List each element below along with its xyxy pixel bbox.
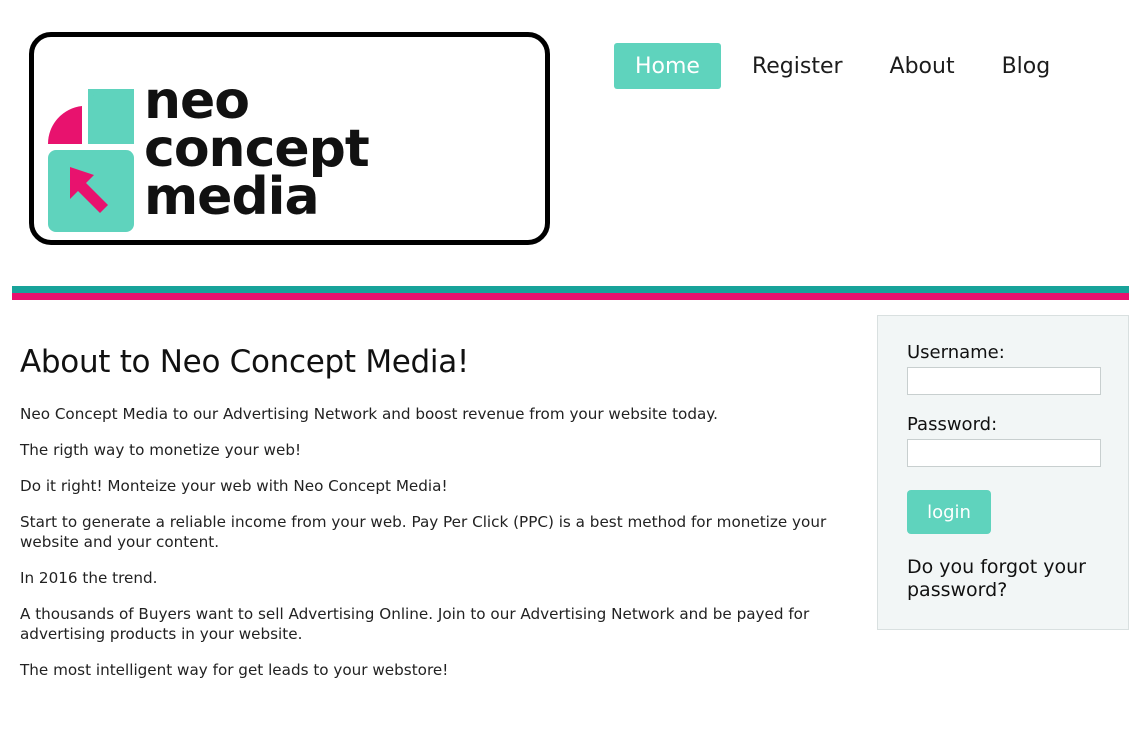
paragraph: The rigth way to monetize your web!	[20, 441, 302, 459]
logo-line: neo	[144, 71, 250, 131]
header-divider-pink	[12, 293, 1129, 300]
logo-arrow-icon	[48, 89, 134, 232]
paragraph: A thousands of Buyers want to sell Adver…	[20, 605, 810, 643]
main-nav: Home Register About Blog	[614, 43, 1081, 89]
nav-home[interactable]: Home	[614, 43, 721, 89]
username-label: Username:	[907, 342, 1005, 363]
forgot-password-link[interactable]: Do you forgot your password?	[907, 556, 1117, 602]
password-input[interactable]	[907, 439, 1101, 467]
login-panel: Username: Password: login Do you forgot …	[877, 315, 1129, 630]
nav-register[interactable]: Register	[736, 43, 859, 89]
logo-line: media	[144, 167, 320, 227]
page: neo concept media Home Register About Bl…	[0, 0, 1137, 735]
password-label: Password:	[907, 414, 998, 435]
nav-about[interactable]: About	[874, 43, 971, 89]
logo-line: concept	[144, 119, 370, 179]
paragraph: The most intelligent way for get leads t…	[20, 661, 449, 679]
main-content: About to Neo Concept Media! Neo Concept …	[20, 340, 840, 696]
logo-text: neo concept media	[144, 71, 370, 227]
paragraph: Start to generate a reliable income from…	[20, 513, 827, 551]
header-divider-teal	[12, 286, 1129, 293]
paragraph: In 2016 the trend.	[20, 569, 158, 587]
username-input[interactable]	[907, 367, 1101, 395]
site-logo[interactable]: neo concept media	[29, 32, 550, 245]
paragraph: Neo Concept Media to our Advertising Net…	[20, 405, 718, 423]
paragraph: Do it right! Monteize your web with Neo …	[20, 477, 448, 495]
nav-blog[interactable]: Blog	[986, 43, 1067, 89]
page-title: About to Neo Concept Media!	[20, 344, 470, 380]
login-button[interactable]: login	[907, 490, 991, 534]
